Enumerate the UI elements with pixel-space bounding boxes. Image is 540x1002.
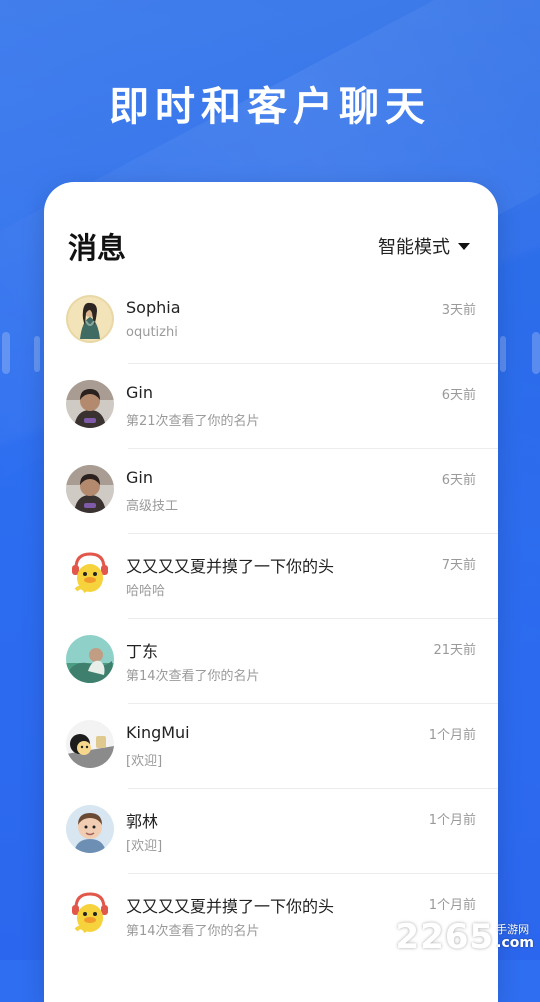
woman-painting-avatar	[66, 295, 114, 343]
message-time: 6天前	[441, 388, 476, 403]
child-photo-avatar	[66, 465, 114, 513]
child-photo-avatar	[66, 380, 114, 428]
watermark-com: .com	[496, 935, 534, 951]
message-preview: 高级技工	[126, 499, 179, 514]
headline: 即时和客户聊天	[109, 84, 431, 130]
cartoon-character-avatar	[66, 720, 114, 768]
message-sender: 又又又又夏并摸了一下你的头	[126, 897, 335, 916]
message-time: 1个月前	[428, 898, 476, 913]
message-time: 7天前	[441, 558, 476, 573]
side-indicator-right	[532, 332, 540, 374]
message-sender: 又又又又夏并摸了一下你的头	[126, 557, 335, 576]
watermark: 2265 手游网 .com	[396, 920, 534, 954]
message-preview: 第14次查看了你的名片	[126, 669, 260, 684]
boy-photo-avatar	[66, 805, 114, 853]
message-sender: Gin	[126, 468, 153, 487]
message-sender: KingMui	[126, 723, 190, 742]
message-item[interactable]: Sophia oqutizhi 3天前	[44, 278, 498, 363]
watermark-number: 2265	[395, 917, 495, 957]
message-preview: 第21次查看了你的名片	[126, 414, 260, 429]
outdoor-photo-avatar	[66, 635, 114, 683]
message-sender: 丁东	[126, 642, 159, 661]
message-preview: oqutizhi	[126, 325, 178, 340]
message-sender: Gin	[126, 383, 153, 402]
message-item[interactable]: 又又又又夏并摸了一下你的头 哈哈哈 7天前	[44, 533, 498, 618]
message-time: 21天前	[433, 643, 476, 658]
messages-card: 消息 智能模式 Sophia oqutizhi 3天前 Gin 第21次查看了你…	[44, 182, 498, 1002]
message-item[interactable]: 郭林 [欢迎] 1个月前	[44, 788, 498, 873]
message-list: Sophia oqutizhi 3天前 Gin 第21次查看了你的名片 6天前	[44, 278, 498, 958]
message-sender: 郭林	[126, 812, 159, 831]
side-indicator-left	[2, 332, 10, 374]
mode-select-label: 智能模式	[378, 237, 450, 258]
message-preview: [欢迎]	[126, 839, 163, 854]
message-item[interactable]: KingMui [欢迎] 1个月前	[44, 703, 498, 788]
message-preview: [欢迎]	[126, 754, 163, 769]
page-title: 消息	[68, 231, 127, 265]
message-item[interactable]: 丁东 第14次查看了你的名片 21天前	[44, 618, 498, 703]
message-preview: 哈哈哈	[126, 584, 166, 599]
message-time: 1个月前	[428, 813, 476, 828]
mode-select-dropdown[interactable]: 智能模式	[378, 233, 470, 259]
message-item[interactable]: Gin 第21次查看了你的名片 6天前	[44, 363, 498, 448]
cartoon-duck-avatar	[66, 890, 114, 938]
message-item[interactable]: Gin 高级技工 6天前	[44, 448, 498, 533]
card-header: 消息 智能模式	[44, 182, 498, 278]
message-preview: 第14次查看了你的名片	[126, 924, 260, 939]
message-time: 3天前	[441, 303, 476, 318]
side-indicator-left-inner	[34, 336, 40, 372]
message-sender: Sophia	[126, 298, 181, 317]
cartoon-duck-avatar	[66, 550, 114, 598]
message-time: 6天前	[441, 473, 476, 488]
watermark-side: 手游网 .com	[496, 924, 534, 951]
side-indicator-right-inner	[500, 336, 506, 372]
message-time: 1个月前	[428, 728, 476, 743]
caret-down-icon	[458, 242, 470, 250]
